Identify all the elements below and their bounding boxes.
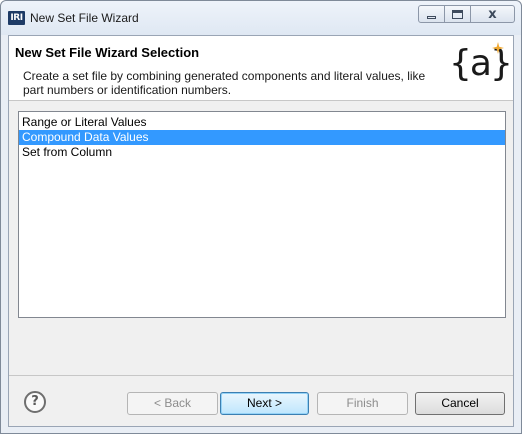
app-icon: IRI [8, 11, 25, 25]
list-item-compound-data[interactable]: Compound Data Values [19, 130, 505, 145]
list-item-range-literal[interactable]: Range or Literal Values [19, 115, 505, 130]
minimize-icon [427, 16, 436, 19]
title-bar[interactable]: IRI New Set File Wizard x [1, 1, 521, 35]
page-description: Create a set file by combining generated… [23, 69, 426, 97]
list-item-set-from-column[interactable]: Set from Column [19, 145, 505, 160]
cancel-button[interactable]: Cancel [415, 392, 505, 415]
window-controls: x [418, 5, 515, 23]
maximize-button[interactable] [445, 5, 471, 23]
wizard-window: IRI New Set File Wizard x New Set File W… [0, 0, 522, 434]
maximize-icon [452, 9, 463, 19]
window-title: New Set File Wizard [30, 11, 139, 25]
help-icon[interactable]: ? [24, 391, 46, 413]
close-icon: x [488, 6, 497, 22]
next-button[interactable]: Next > [220, 392, 309, 415]
close-button[interactable]: x [471, 5, 515, 23]
finish-button[interactable]: Finish [317, 392, 408, 415]
wizard-content: New Set File Wizard Selection Create a s… [8, 35, 514, 427]
back-button[interactable]: < Back [127, 392, 218, 415]
wizard-type-list[interactable]: Range or Literal Values Compound Data Va… [18, 111, 506, 318]
minimize-button[interactable] [418, 5, 445, 23]
page-title: New Set File Wizard Selection [15, 45, 200, 60]
wizard-banner: New Set File Wizard Selection Create a s… [9, 36, 513, 101]
footer-separator [9, 375, 513, 376]
wizard-logo-icon: {a} [447, 42, 513, 90]
sparkle-icon [492, 42, 504, 54]
